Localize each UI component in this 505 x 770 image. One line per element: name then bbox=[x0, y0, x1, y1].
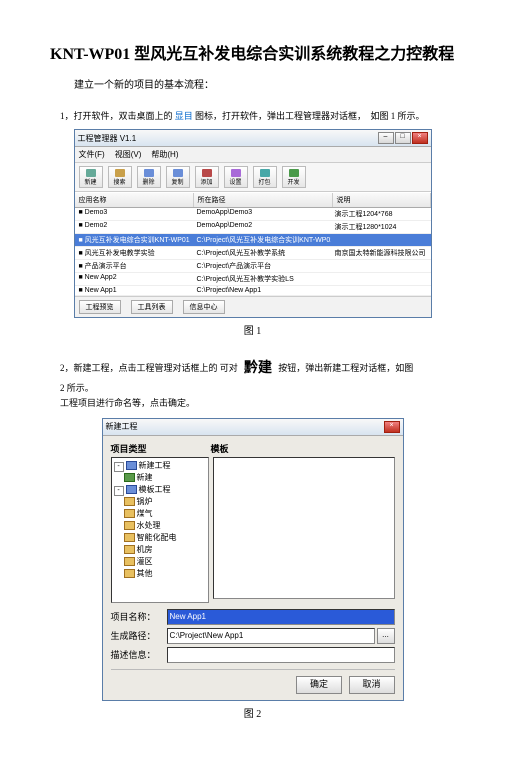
figure-2-dialog: 新建工程 × 项目类型 模板 -新建工程新建-模板工程锅炉煤气水处理智能化配电机… bbox=[102, 418, 404, 701]
table-row[interactable]: ■ New App2C:\Project\风光互补教学实验LS bbox=[75, 273, 431, 286]
new-button-word: 黔建 bbox=[244, 357, 272, 381]
step1-text-b: 图标，打开软件，弹出工程管理器对话框， 如图 1 所示。 bbox=[195, 111, 425, 121]
bottom-preview[interactable]: 工程预览 bbox=[79, 300, 121, 314]
label-project-type: 项目类型 bbox=[111, 442, 207, 455]
col-path[interactable]: 所在路径 bbox=[194, 193, 333, 207]
tree-item[interactable]: 灌区 bbox=[114, 556, 206, 568]
tree-item[interactable]: 水处理 bbox=[114, 520, 206, 532]
ok-button[interactable]: 确定 bbox=[296, 676, 342, 694]
table-row[interactable]: ■ 风光互补发电教学实验C:\Project\风光互补教学系统南京国太特新能源科… bbox=[75, 247, 431, 260]
label-template: 模板 bbox=[211, 442, 229, 455]
menu-file[interactable]: 文件(F) bbox=[79, 149, 105, 160]
fig1-title: 工程管理器 V1.1 bbox=[78, 133, 137, 144]
table-row[interactable]: ■ Demo3DemoApp\Demo3演示工程1204*768 bbox=[75, 208, 431, 221]
search-icon bbox=[115, 169, 125, 177]
fig1-list-header: 应用名称 所在路径 说明 bbox=[75, 192, 431, 208]
tree-item[interactable]: -模板工程 bbox=[114, 484, 206, 496]
menu-help[interactable]: 帮助(H) bbox=[151, 149, 178, 160]
step1-text-a: 1，打开软件，双击桌面上的 bbox=[60, 111, 173, 121]
col-desc[interactable]: 说明 bbox=[333, 193, 431, 207]
tool-search[interactable]: 搜索 bbox=[108, 166, 132, 188]
add-icon bbox=[202, 169, 212, 177]
description-field[interactable] bbox=[167, 647, 395, 663]
label-description: 描述信息： bbox=[111, 648, 167, 661]
pack-icon bbox=[260, 169, 270, 177]
table-row[interactable]: ■ 风光互补发电综合实训KNT-WP01C:\Project\风光互补发电综合实… bbox=[75, 234, 431, 247]
tool-settings[interactable]: 设置 bbox=[224, 166, 248, 188]
output-path-field[interactable]: C:\Project\New App1 bbox=[167, 628, 375, 644]
project-type-tree[interactable]: -新建工程新建-模板工程锅炉煤气水处理智能化配电机房灌区其他 bbox=[111, 457, 209, 603]
step-2: 2，新建工程，点击工程管理对话框上的 可对 黔建 按钮，弹出新建工程对话框，如图… bbox=[60, 357, 431, 411]
new-icon bbox=[86, 169, 96, 177]
browse-button[interactable]: ... bbox=[377, 628, 395, 644]
tool-pack[interactable]: 打包 bbox=[253, 166, 277, 188]
bottom-tools[interactable]: 工具列表 bbox=[131, 300, 173, 314]
tool-delete[interactable]: 删除 bbox=[137, 166, 161, 188]
tree-item[interactable]: 机房 bbox=[114, 544, 206, 556]
caption-2: 图 2 bbox=[50, 705, 455, 720]
doc-title: KNT-WP01 型风光互补发电综合实训系统教程之力控教程 bbox=[50, 40, 455, 64]
close-button[interactable]: × bbox=[412, 132, 428, 144]
col-name[interactable]: 应用名称 bbox=[75, 193, 194, 207]
tree-item[interactable]: 智能化配电 bbox=[114, 532, 206, 544]
fig1-bottombar: 工程预览 工具列表 信息中心 bbox=[75, 296, 431, 317]
delete-icon bbox=[144, 169, 154, 177]
menu-view[interactable]: 视图(V) bbox=[115, 149, 142, 160]
step2-b: 按钮，弹出新建工程对话框，如图 bbox=[278, 363, 413, 373]
table-row[interactable]: ■ Demo2DemoApp\Demo2演示工程1280*1024 bbox=[75, 221, 431, 234]
tool-add[interactable]: 添加 bbox=[195, 166, 219, 188]
project-name-field[interactable]: New App1 bbox=[167, 609, 395, 625]
fig1-menubar: 文件(F) 视图(V) 帮助(H) bbox=[75, 147, 431, 163]
fig1-titlebar: 工程管理器 V1.1 – □ × bbox=[75, 130, 431, 147]
bottom-info[interactable]: 信息中心 bbox=[183, 300, 225, 314]
dev-icon bbox=[289, 169, 299, 177]
cancel-button[interactable]: 取消 bbox=[349, 676, 395, 694]
step2-a: 2，新建工程，点击工程管理对话框上的 可对 bbox=[60, 363, 238, 373]
step2-c: 2 所示。 bbox=[60, 383, 94, 393]
tool-copy[interactable]: 复制 bbox=[166, 166, 190, 188]
tree-item[interactable]: 锅炉 bbox=[114, 496, 206, 508]
settings-icon bbox=[231, 169, 241, 177]
maximize-button[interactable]: □ bbox=[395, 132, 411, 144]
copy-icon bbox=[173, 169, 183, 177]
step-1: 1，打开软件，双击桌面上的 显目 图标，打开软件，弹出工程管理器对话框， 如图 … bbox=[60, 109, 455, 123]
app-shortcut-link: 显目 bbox=[175, 111, 193, 121]
step2-d: 工程项目进行命名等，点击确定。 bbox=[60, 398, 195, 408]
table-row[interactable]: ■ 产品演示平台C:\Project\产品演示平台 bbox=[75, 260, 431, 273]
table-row[interactable]: ■ New App1C:\Project\New App1 bbox=[75, 286, 431, 296]
label-project-name: 项目名称： bbox=[111, 610, 167, 623]
fig1-list-body: ■ Demo3DemoApp\Demo3演示工程1204*768■ Demo2D… bbox=[75, 208, 431, 296]
fig2-title: 新建工程 bbox=[106, 421, 138, 432]
fig2-close-button[interactable]: × bbox=[384, 421, 400, 433]
tree-item[interactable]: -新建工程 bbox=[114, 460, 206, 472]
fig1-toolbar: 新建 搜索 删除 复制 添加 设置 打包 开发 bbox=[75, 163, 431, 192]
caption-1: 图 1 bbox=[50, 322, 455, 337]
tree-item[interactable]: 煤气 bbox=[114, 508, 206, 520]
label-output-path: 生成路径： bbox=[111, 629, 167, 642]
tool-dev[interactable]: 开发 bbox=[282, 166, 306, 188]
figure-1-window: 工程管理器 V1.1 – □ × 文件(F) 视图(V) 帮助(H) 新建 搜索… bbox=[74, 129, 432, 318]
fig2-titlebar: 新建工程 × bbox=[103, 419, 403, 436]
tree-item[interactable]: 其他 bbox=[114, 568, 206, 580]
minimize-button[interactable]: – bbox=[378, 132, 394, 144]
tool-new[interactable]: 新建 bbox=[79, 166, 103, 188]
doc-subtitle: 建立一个新的项目的基本流程： bbox=[74, 76, 455, 91]
tree-item[interactable]: 新建 bbox=[114, 472, 206, 484]
template-list[interactable] bbox=[213, 457, 395, 599]
